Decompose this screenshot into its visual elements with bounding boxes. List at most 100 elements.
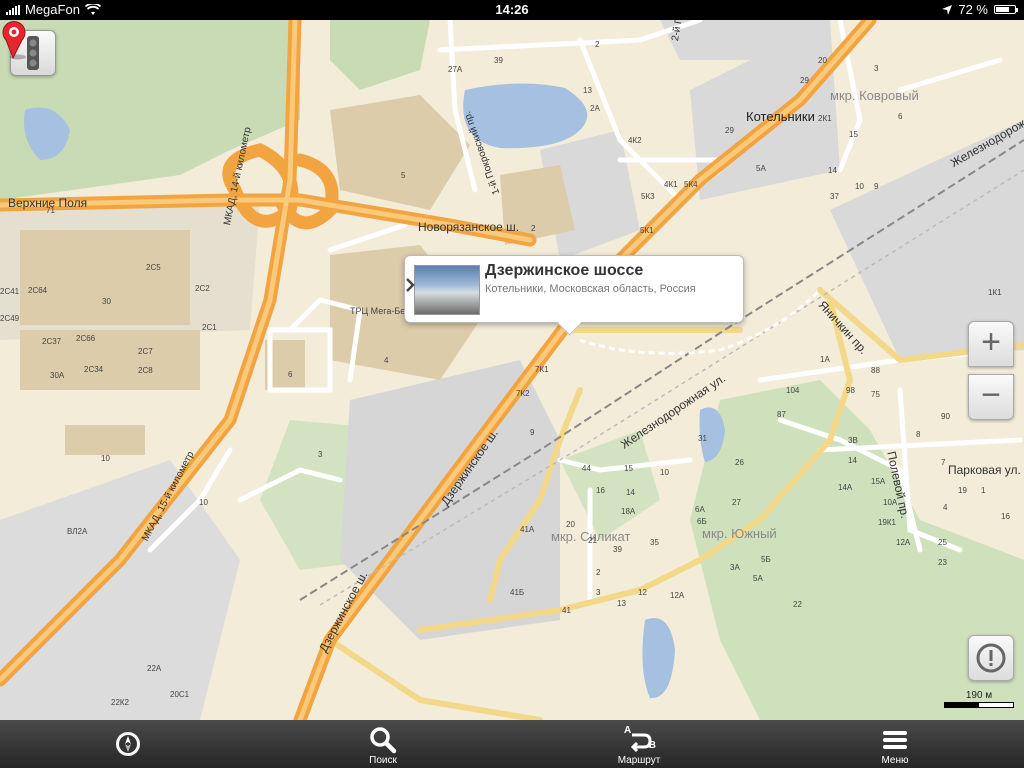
house-number: 4К2 (628, 136, 642, 145)
house-number: 30А (50, 371, 65, 380)
route-label: Маршрут (617, 755, 661, 766)
house-number: 20 (818, 56, 827, 65)
place-callout[interactable]: Дзержинское шоссе Котельники, Московская… (404, 255, 744, 323)
house-number: 15 (624, 464, 633, 473)
house-number: 6 (898, 112, 903, 121)
location-arrow-icon (942, 4, 953, 15)
search-button[interactable]: Поиск (333, 720, 433, 768)
menu-button[interactable]: Меню (845, 720, 945, 768)
house-number: 5К1 (640, 226, 654, 235)
house-number: 7 (941, 458, 946, 467)
house-number: 23 (938, 558, 947, 567)
house-number: 12А (670, 591, 685, 600)
house-number: 2С64 (28, 286, 48, 295)
house-number: 12 (638, 588, 647, 597)
menu-icon (883, 731, 907, 749)
bottom-toolbar: Поиск A B Маршрут Меню (0, 720, 1024, 768)
zoom-in-button[interactable]: + (968, 321, 1014, 367)
route-button[interactable]: A B Маршрут (589, 720, 689, 768)
house-number: 2С7 (138, 347, 153, 356)
search-label: Поиск (369, 755, 397, 766)
house-number: 15А (871, 477, 886, 486)
my-location-button[interactable] (78, 720, 178, 768)
compass-icon (116, 732, 140, 756)
house-number: 6Б (697, 517, 707, 526)
house-number: 71 (46, 206, 55, 215)
house-number: 3 (874, 64, 879, 73)
house-number: 14 (626, 488, 635, 497)
place-address: Котельники, Московская область, Россия (485, 283, 696, 295)
location-pin-icon[interactable] (0, 20, 30, 60)
house-number: 2С49 (0, 314, 20, 323)
house-number: 5К4 (684, 180, 698, 189)
house-number: 1 (981, 486, 986, 495)
house-number: 2С66 (76, 334, 96, 343)
house-number: 44 (582, 464, 591, 473)
house-number: 21 (588, 536, 597, 545)
house-number: 9 (874, 182, 879, 191)
street-label: Новорязанское ш. (418, 220, 520, 234)
house-number: 98 (846, 386, 855, 395)
house-number: 27А (448, 65, 463, 74)
house-number: 37 (830, 192, 839, 201)
house-number: 5А (753, 574, 763, 583)
house-number: 18А (621, 507, 636, 516)
route-start-letter: A (624, 725, 632, 736)
house-number: 75 (871, 390, 880, 399)
city-label: Котельники (746, 109, 815, 124)
house-number: 16 (596, 486, 605, 495)
house-number: 7К2 (516, 389, 530, 398)
house-number: 6 (288, 370, 293, 379)
house-number: 10 (101, 454, 110, 463)
house-number: 88 (871, 366, 880, 375)
house-number: 2 (531, 224, 536, 233)
report-button[interactable] (968, 635, 1014, 681)
chevron-right-icon[interactable] (405, 278, 415, 292)
house-number: 3 (318, 450, 323, 459)
plus-icon: + (981, 323, 1001, 361)
place-photo-thumbnail[interactable] (414, 265, 480, 315)
status-bar: MegaFon 14:26 72 % (0, 0, 1024, 20)
house-number: 13 (583, 86, 592, 95)
place-title: Дзержинское шоссе (485, 262, 644, 279)
house-number: 2С41 (0, 287, 20, 296)
district-label: мкр. Ковровый (830, 88, 919, 103)
search-icon (370, 727, 397, 754)
house-number: 20 (566, 520, 575, 529)
house-number: 15 (849, 130, 858, 139)
house-number: 39 (494, 56, 503, 65)
house-number: 10 (199, 498, 208, 507)
minus-icon: − (981, 376, 1001, 414)
house-number: 25 (938, 538, 947, 547)
house-number: 7К1 (535, 365, 549, 374)
house-number: 27 (732, 498, 741, 507)
house-number: 14 (848, 456, 857, 465)
house-number: 14А (838, 483, 853, 492)
house-number: 4 (943, 503, 948, 512)
house-number: 13 (617, 599, 626, 608)
poi-label: ТРЦ Мега-Белая Дача (350, 306, 404, 316)
house-number: 2С37 (42, 337, 62, 346)
house-number: ВЛ2А (67, 527, 88, 536)
house-number: 16 (1001, 512, 1010, 521)
house-number: 19 (958, 486, 967, 495)
house-number: 1А (820, 355, 830, 364)
house-number: 4К1 (664, 180, 678, 189)
scale-bar: 190 м (944, 690, 1014, 708)
house-number: 3В (848, 436, 858, 445)
scale-label: 190 м (965, 690, 993, 701)
house-number: 2 (595, 40, 600, 49)
house-number: 39 (613, 545, 622, 554)
house-number: 4 (384, 356, 389, 365)
house-number: 41А (520, 525, 535, 534)
house-number: 20С1 (170, 690, 190, 699)
house-number: 35 (650, 538, 659, 547)
zoom-out-button[interactable]: − (968, 374, 1014, 420)
house-number: 29 (800, 76, 809, 85)
house-number: 9 (530, 428, 535, 437)
map-view[interactable]: Верхние Поля МКАД, 14-й километр МКАД, 1… (0, 16, 1024, 720)
house-number: 2 (596, 568, 601, 577)
house-number: 22А (147, 664, 162, 673)
house-number: 10А (883, 498, 898, 507)
house-number: 5А (756, 164, 766, 173)
